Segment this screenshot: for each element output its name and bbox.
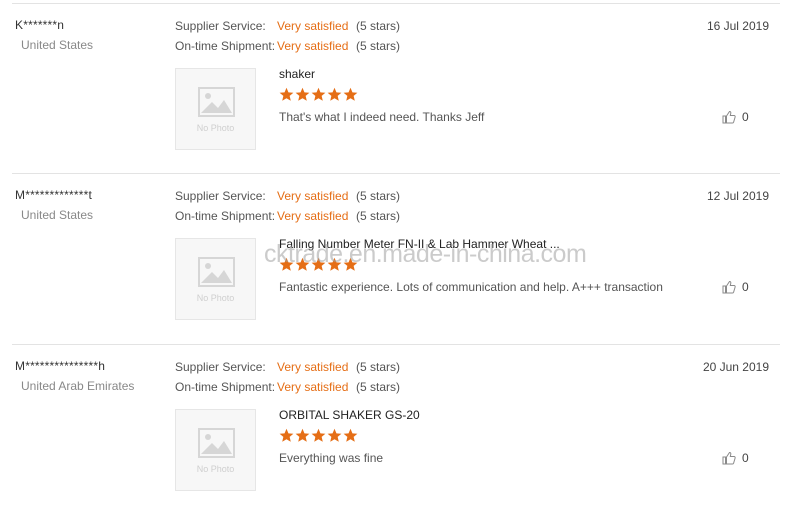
review-date: 20 Jun 2019 xyxy=(702,360,769,374)
no-photo-text: No Photo xyxy=(196,123,235,133)
buyer-name: K*******n xyxy=(15,18,65,32)
supplier-service-rating: Supplier Service: Very satisfied (5 stars) xyxy=(175,360,400,374)
like-button[interactable]: 0 xyxy=(722,451,749,465)
shipment-label: On-time Shipment: xyxy=(175,380,276,394)
shipment-value: Very satisfied xyxy=(277,380,349,394)
star-icon xyxy=(295,257,310,271)
supplier-service-rating: Supplier Service: Very satisfied (5 stars) xyxy=(175,19,400,33)
star-icon xyxy=(295,87,310,101)
buyer-name: M***************h xyxy=(15,359,106,373)
image-placeholder-icon xyxy=(198,428,235,458)
review-comment: Fantastic experience. Lots of communicat… xyxy=(279,280,663,294)
no-photo-text: No Photo xyxy=(196,293,235,303)
thumbs-up-icon xyxy=(722,280,736,294)
star-icon xyxy=(279,87,294,101)
star-icon xyxy=(295,428,310,442)
like-count: 0 xyxy=(742,451,749,465)
supplier-service-stars: (5 stars) xyxy=(356,189,401,203)
thumbs-up-icon xyxy=(722,110,736,124)
review-comment: That's what I indeed need. Thanks Jeff xyxy=(279,110,485,124)
shipment-value: Very satisfied xyxy=(277,209,349,223)
like-count: 0 xyxy=(742,110,749,124)
star-icon xyxy=(343,87,358,101)
review-date: 12 Jul 2019 xyxy=(706,189,769,203)
supplier-service-value: Very satisfied xyxy=(277,189,349,203)
product-name[interactable]: Falling Number Meter FN-II & Lab Hammer … xyxy=(279,237,560,251)
star-icon xyxy=(279,257,294,271)
supplier-service-stars: (5 stars) xyxy=(356,19,401,33)
star-icon xyxy=(311,87,326,101)
rating-stars xyxy=(279,257,358,273)
review-comment: Everything was fine xyxy=(279,451,384,465)
star-icon xyxy=(311,257,326,271)
image-placeholder-icon xyxy=(198,257,235,287)
supplier-service-label: Supplier Service: xyxy=(175,360,266,374)
product-photo[interactable]: No Photo xyxy=(175,409,256,491)
shipment-rating: On-time Shipment: Very satisfied (5 stars) xyxy=(175,39,400,53)
rating-stars xyxy=(279,428,358,444)
supplier-service-value: Very satisfied xyxy=(277,360,349,374)
star-icon xyxy=(343,428,358,442)
review-date: 16 Jul 2019 xyxy=(706,19,769,33)
shipment-label: On-time Shipment: xyxy=(175,39,276,53)
star-icon xyxy=(327,257,342,271)
supplier-service-label: Supplier Service: xyxy=(175,189,266,203)
shipment-label: On-time Shipment: xyxy=(175,209,276,223)
buyer-country: United States xyxy=(21,208,94,222)
star-icon xyxy=(327,428,342,442)
shipment-value: Very satisfied xyxy=(277,39,349,53)
star-icon xyxy=(279,428,294,442)
thumbs-up-icon xyxy=(722,451,736,465)
star-icon xyxy=(311,428,326,442)
star-icon xyxy=(343,257,358,271)
supplier-service-value: Very satisfied xyxy=(277,19,349,33)
supplier-service-stars: (5 stars) xyxy=(356,360,401,374)
review-item: M*************t United States Supplier S… xyxy=(0,174,786,344)
like-count: 0 xyxy=(742,280,749,294)
shipment-stars: (5 stars) xyxy=(356,380,401,394)
review-item: K*******n United States Supplier Service… xyxy=(0,4,786,174)
supplier-service-rating: Supplier Service: Very satisfied (5 stars) xyxy=(175,189,400,203)
review-item: M***************h United Arab Emirates S… xyxy=(0,345,786,508)
like-button[interactable]: 0 xyxy=(722,110,749,124)
product-name[interactable]: ORBITAL SHAKER GS-20 xyxy=(279,408,420,422)
star-icon xyxy=(327,87,342,101)
product-photo[interactable]: No Photo xyxy=(175,68,256,150)
buyer-country: United States xyxy=(21,38,94,52)
shipment-rating: On-time Shipment: Very satisfied (5 stars) xyxy=(175,209,400,223)
no-photo-text: No Photo xyxy=(196,464,235,474)
shipment-stars: (5 stars) xyxy=(356,39,401,53)
product-photo[interactable]: No Photo xyxy=(175,238,256,320)
buyer-name: M*************t xyxy=(15,188,93,202)
like-button[interactable]: 0 xyxy=(722,280,749,294)
image-placeholder-icon xyxy=(198,87,235,117)
buyer-country: United Arab Emirates xyxy=(21,379,135,393)
supplier-service-label: Supplier Service: xyxy=(175,19,266,33)
rating-stars xyxy=(279,87,358,103)
shipment-stars: (5 stars) xyxy=(356,209,401,223)
shipment-rating: On-time Shipment: Very satisfied (5 stars) xyxy=(175,380,400,394)
product-name[interactable]: shaker xyxy=(279,67,315,81)
